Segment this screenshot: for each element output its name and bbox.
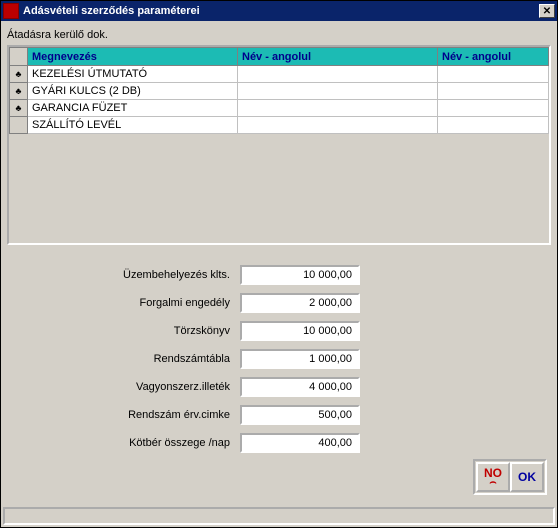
grid-header-row: Megnevezés Név - angolul Név - angolul bbox=[10, 48, 549, 66]
button-bar: NO ⌢ OK bbox=[473, 459, 547, 495]
cell-name[interactable]: SZÁLLÍTÓ LEVÉL bbox=[28, 117, 238, 134]
table-row[interactable]: ♣ KEZELÉSI ÚTMUTATÓ bbox=[10, 66, 549, 83]
statusbar bbox=[3, 507, 555, 525]
form-label: Rendszám érv.cimke bbox=[15, 409, 240, 421]
form-row: Forgalmi engedély bbox=[15, 293, 543, 313]
cell-en2[interactable] bbox=[438, 83, 549, 100]
form-row: Kötbér összege /nap bbox=[15, 433, 543, 453]
cell-en2[interactable] bbox=[438, 66, 549, 83]
cell-en2[interactable] bbox=[438, 100, 549, 117]
form-label: Törzskönyv bbox=[15, 325, 240, 337]
form-row: Vagyonszerz.illeték bbox=[15, 377, 543, 397]
ok-button-label: OK bbox=[518, 470, 536, 484]
table-row[interactable]: ♣ GARANCIA FÜZET bbox=[10, 100, 549, 117]
table-row[interactable]: ♣ GYÁRI KULCS (2 DB) bbox=[10, 83, 549, 100]
no-button[interactable]: NO ⌢ bbox=[476, 462, 510, 492]
input-kotber[interactable] bbox=[240, 433, 360, 453]
cell-en1[interactable] bbox=[238, 117, 438, 134]
grid-header-name[interactable]: Megnevezés bbox=[28, 48, 238, 66]
close-icon: ✕ bbox=[543, 6, 551, 17]
table-row[interactable]: SZÁLLÍTÓ LEVÉL bbox=[10, 117, 549, 134]
cell-name[interactable]: GYÁRI KULCS (2 DB) bbox=[28, 83, 238, 100]
input-rendszam-cimke[interactable] bbox=[240, 405, 360, 425]
close-button[interactable]: ✕ bbox=[539, 4, 555, 18]
form-label: Üzembehelyezés klts. bbox=[15, 269, 240, 281]
form-label: Vagyonszerz.illeték bbox=[15, 381, 240, 393]
window-title: Adásvételi szerződés paraméterei bbox=[23, 5, 539, 17]
cell-name[interactable]: KEZELÉSI ÚTMUTATÓ bbox=[28, 66, 238, 83]
form-label: Forgalmi engedély bbox=[15, 297, 240, 309]
frown-icon: ⌢ bbox=[489, 479, 496, 487]
form-row: Rendszámtábla bbox=[15, 349, 543, 369]
input-uzembehelyezes[interactable] bbox=[240, 265, 360, 285]
row-marker bbox=[10, 117, 28, 134]
content-area: Átadásra kerülő dok. Megnevezés Név - an… bbox=[1, 21, 557, 475]
cell-name[interactable]: GARANCIA FÜZET bbox=[28, 100, 238, 117]
row-marker: ♣ bbox=[10, 66, 28, 83]
grid-header-marker bbox=[10, 48, 28, 66]
input-torzskonyv[interactable] bbox=[240, 321, 360, 341]
cell-en1[interactable] bbox=[238, 83, 438, 100]
form-area: Üzembehelyezés klts. Forgalmi engedély T… bbox=[7, 245, 551, 469]
input-vagyonszerz[interactable] bbox=[240, 377, 360, 397]
grid-header-en1[interactable]: Név - angolul bbox=[238, 48, 438, 66]
ok-button[interactable]: OK bbox=[510, 462, 544, 492]
input-forgalmi-engedely[interactable] bbox=[240, 293, 360, 313]
form-row: Üzembehelyezés klts. bbox=[15, 265, 543, 285]
form-label: Kötbér összege /nap bbox=[15, 437, 240, 449]
form-row: Törzskönyv bbox=[15, 321, 543, 341]
form-label: Rendszámtábla bbox=[15, 353, 240, 365]
input-rendszamtabla[interactable] bbox=[240, 349, 360, 369]
cell-en1[interactable] bbox=[238, 100, 438, 117]
titlebar: Adásvételi szerződés paraméterei ✕ bbox=[1, 1, 557, 21]
row-marker: ♣ bbox=[10, 83, 28, 100]
row-marker: ♣ bbox=[10, 100, 28, 117]
grid-container: Megnevezés Név - angolul Név - angolul ♣… bbox=[7, 45, 551, 245]
app-icon bbox=[3, 3, 19, 19]
dialog-window: Adásvételi szerződés paraméterei ✕ Átadá… bbox=[0, 0, 558, 528]
cell-en2[interactable] bbox=[438, 117, 549, 134]
section-label: Átadásra kerülő dok. bbox=[7, 27, 551, 45]
form-row: Rendszám érv.cimke bbox=[15, 405, 543, 425]
grid-header-en2[interactable]: Név - angolul bbox=[438, 48, 549, 66]
documents-grid[interactable]: Megnevezés Név - angolul Név - angolul ♣… bbox=[9, 47, 549, 134]
cell-en1[interactable] bbox=[238, 66, 438, 83]
